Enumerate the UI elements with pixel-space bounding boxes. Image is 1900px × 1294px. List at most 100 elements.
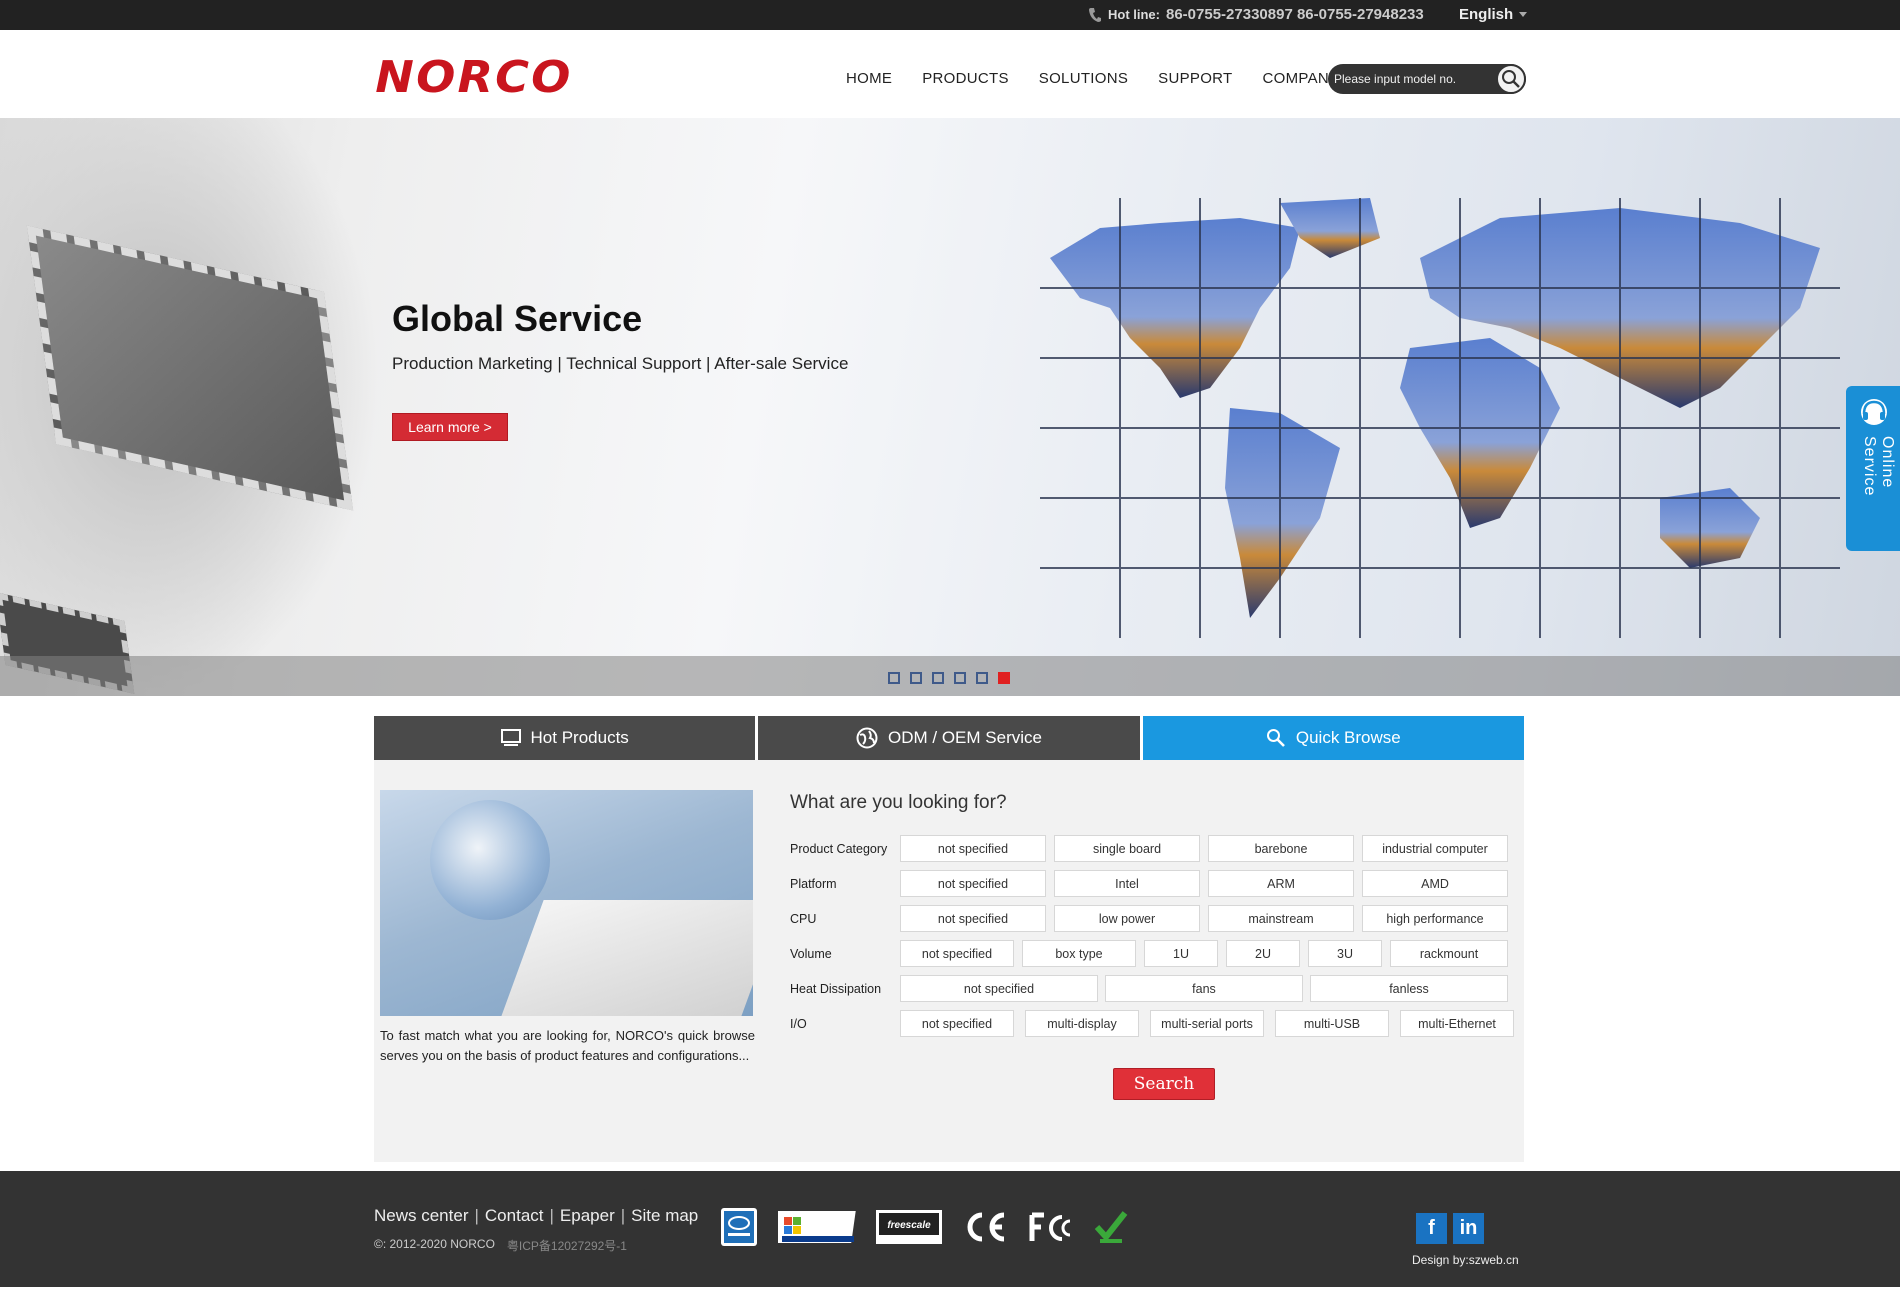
filter-label-io: I/O: [790, 1017, 807, 1031]
linkedin-icon[interactable]: in: [1453, 1213, 1484, 1244]
filter-option[interactable]: multi-Ethernet: [1400, 1010, 1514, 1037]
filter-option[interactable]: 3U: [1308, 940, 1382, 967]
filter-option[interactable]: barebone: [1208, 835, 1354, 862]
search-button[interactable]: [1496, 64, 1526, 94]
filter-label-heat-dissipation: Heat Dissipation: [790, 982, 882, 996]
certification-logos: freescale: [720, 1208, 1128, 1246]
online-service-tab[interactable]: Online Service: [1846, 386, 1900, 551]
monitor-icon: [500, 729, 521, 746]
filter-option[interactable]: not specified: [900, 870, 1046, 897]
filter-option[interactable]: not specified: [900, 835, 1046, 862]
tab-quick-browse[interactable]: Quick Browse: [1142, 716, 1524, 770]
filter-option[interactable]: fanless: [1310, 975, 1508, 1002]
quick-browse-description: To fast match what you are looking for, …: [380, 1028, 755, 1063]
hero-title: Global Service: [392, 298, 643, 339]
chevron-down-icon: [1519, 12, 1528, 17]
filter-option[interactable]: not specified: [900, 940, 1014, 967]
quick-browse-search-button[interactable]: Search: [1113, 1068, 1215, 1100]
feature-tabs: Hot Products ODM / OEM Service Quick Bro…: [374, 716, 1524, 770]
top-bar: Hot line: 86-0755-27330897 86-0755-27948…: [0, 0, 1900, 30]
fcc-mark: [1028, 1209, 1074, 1245]
world-map-image: [1040, 198, 1840, 638]
filter-option[interactable]: Intel: [1054, 870, 1200, 897]
intel-iot-logo: [720, 1208, 758, 1246]
filter-option[interactable]: industrial computer: [1362, 835, 1508, 862]
nav-support[interactable]: SUPPORT: [1158, 70, 1232, 87]
rohs-check-icon: [1094, 1209, 1128, 1245]
footer-link-epaper[interactable]: Epaper: [560, 1206, 615, 1226]
nav-products[interactable]: PRODUCTS: [922, 70, 1009, 87]
filter-option[interactable]: multi-USB: [1275, 1010, 1389, 1037]
filter-option[interactable]: box type: [1022, 940, 1136, 967]
language-selector[interactable]: English: [1459, 6, 1528, 23]
slider-dot[interactable]: [888, 672, 900, 684]
filter-label-product-category: Product Category: [790, 842, 888, 856]
filter-option[interactable]: 1U: [1144, 940, 1218, 967]
footer-link-site-map[interactable]: Site map: [631, 1206, 698, 1226]
bottom-strip: [0, 1287, 1900, 1294]
filter-option[interactable]: fans: [1105, 975, 1303, 1002]
language-label: English: [1459, 6, 1514, 23]
main-nav: HOME PRODUCTS SOLUTIONS SUPPORT COMPANY: [846, 70, 1339, 87]
search-icon: [1502, 70, 1520, 88]
filter-option[interactable]: not specified: [900, 975, 1098, 1002]
header: NORCO HOME PRODUCTS SOLUTIONS SUPPORT CO…: [0, 30, 1900, 118]
tab-hot-products[interactable]: Hot Products: [374, 716, 756, 760]
footer-link-news-center[interactable]: News center: [374, 1206, 468, 1226]
nav-solutions[interactable]: SOLUTIONS: [1039, 70, 1128, 87]
laptop-graphic: [496, 900, 753, 1016]
filter-option[interactable]: high performance: [1362, 905, 1508, 932]
slider-dots: [888, 672, 1010, 684]
footer: News center | Contact | Epaper | Site ma…: [0, 1171, 1900, 1287]
design-credit[interactable]: Design by:szweb.cn: [1412, 1253, 1519, 1267]
slider-dot[interactable]: [932, 672, 944, 684]
hotline-numbers: 86-0755-27330897 86-0755-27948233: [1166, 6, 1424, 23]
footer-link-contact[interactable]: Contact: [485, 1206, 544, 1226]
search-icon: [1266, 729, 1285, 747]
facebook-icon[interactable]: f: [1416, 1213, 1447, 1244]
phone-icon: [1089, 7, 1101, 22]
filter-option[interactable]: low power: [1054, 905, 1200, 932]
windows-embedded-logo: [778, 1209, 856, 1245]
nav-home[interactable]: HOME: [846, 70, 892, 87]
filter-option[interactable]: mainstream: [1208, 905, 1354, 932]
social-links: f in: [1416, 1213, 1484, 1244]
filter-label-cpu: CPU: [790, 912, 817, 926]
filter-option[interactable]: multi-display: [1025, 1010, 1139, 1037]
circuit-board-image: [0, 118, 380, 696]
filter-option[interactable]: 2U: [1226, 940, 1300, 967]
filter-option[interactable]: single board: [1054, 835, 1200, 862]
laptop-network-image: [380, 790, 753, 1016]
online-service-label: Online Service: [1861, 436, 1896, 497]
filter-option[interactable]: rackmount: [1390, 940, 1508, 967]
hero-banner: Global Service Production Marketing | Te…: [0, 118, 1900, 696]
hotline: Hot line: 86-0755-27330897 86-0755-27948…: [1088, 6, 1424, 23]
filter-option[interactable]: AMD: [1362, 870, 1508, 897]
search-input[interactable]: [1334, 70, 1484, 88]
copyright-text: ©: 2012-2020 NORCO: [374, 1237, 495, 1251]
globe-graphic: [430, 800, 550, 920]
learn-more-button[interactable]: Learn more >: [392, 413, 508, 441]
freescale-logo: freescale: [876, 1209, 942, 1245]
hotline-label: Hot line:: [1108, 7, 1160, 22]
norco-logo[interactable]: NORCO: [375, 52, 572, 103]
svg-text:freescale: freescale: [887, 1220, 931, 1231]
headset-icon: [1861, 399, 1887, 425]
icp-license[interactable]: 粤ICP备12027292号-1: [507, 1237, 627, 1254]
tab-odm-oem-service[interactable]: ODM / OEM Service: [758, 716, 1140, 760]
filter-option[interactable]: not specified: [900, 905, 1046, 932]
slider-dot[interactable]: [910, 672, 922, 684]
filter-option[interactable]: not specified: [900, 1010, 1014, 1037]
slider-dot-active[interactable]: [998, 672, 1010, 684]
slider-dot[interactable]: [954, 672, 966, 684]
tab-label: Quick Browse: [1295, 728, 1401, 747]
slider-dot[interactable]: [976, 672, 988, 684]
filter-label-volume: Volume: [790, 947, 832, 961]
link-separator: |: [620, 1206, 626, 1225]
filter-option[interactable]: multi-serial ports: [1150, 1010, 1264, 1037]
quick-browse-panel: To fast match what you are looking for, …: [374, 760, 1524, 1162]
ce-mark: [962, 1209, 1008, 1245]
chip-graphic: [26, 225, 354, 511]
filter-option[interactable]: ARM: [1208, 870, 1354, 897]
globe-icon: [856, 727, 878, 749]
